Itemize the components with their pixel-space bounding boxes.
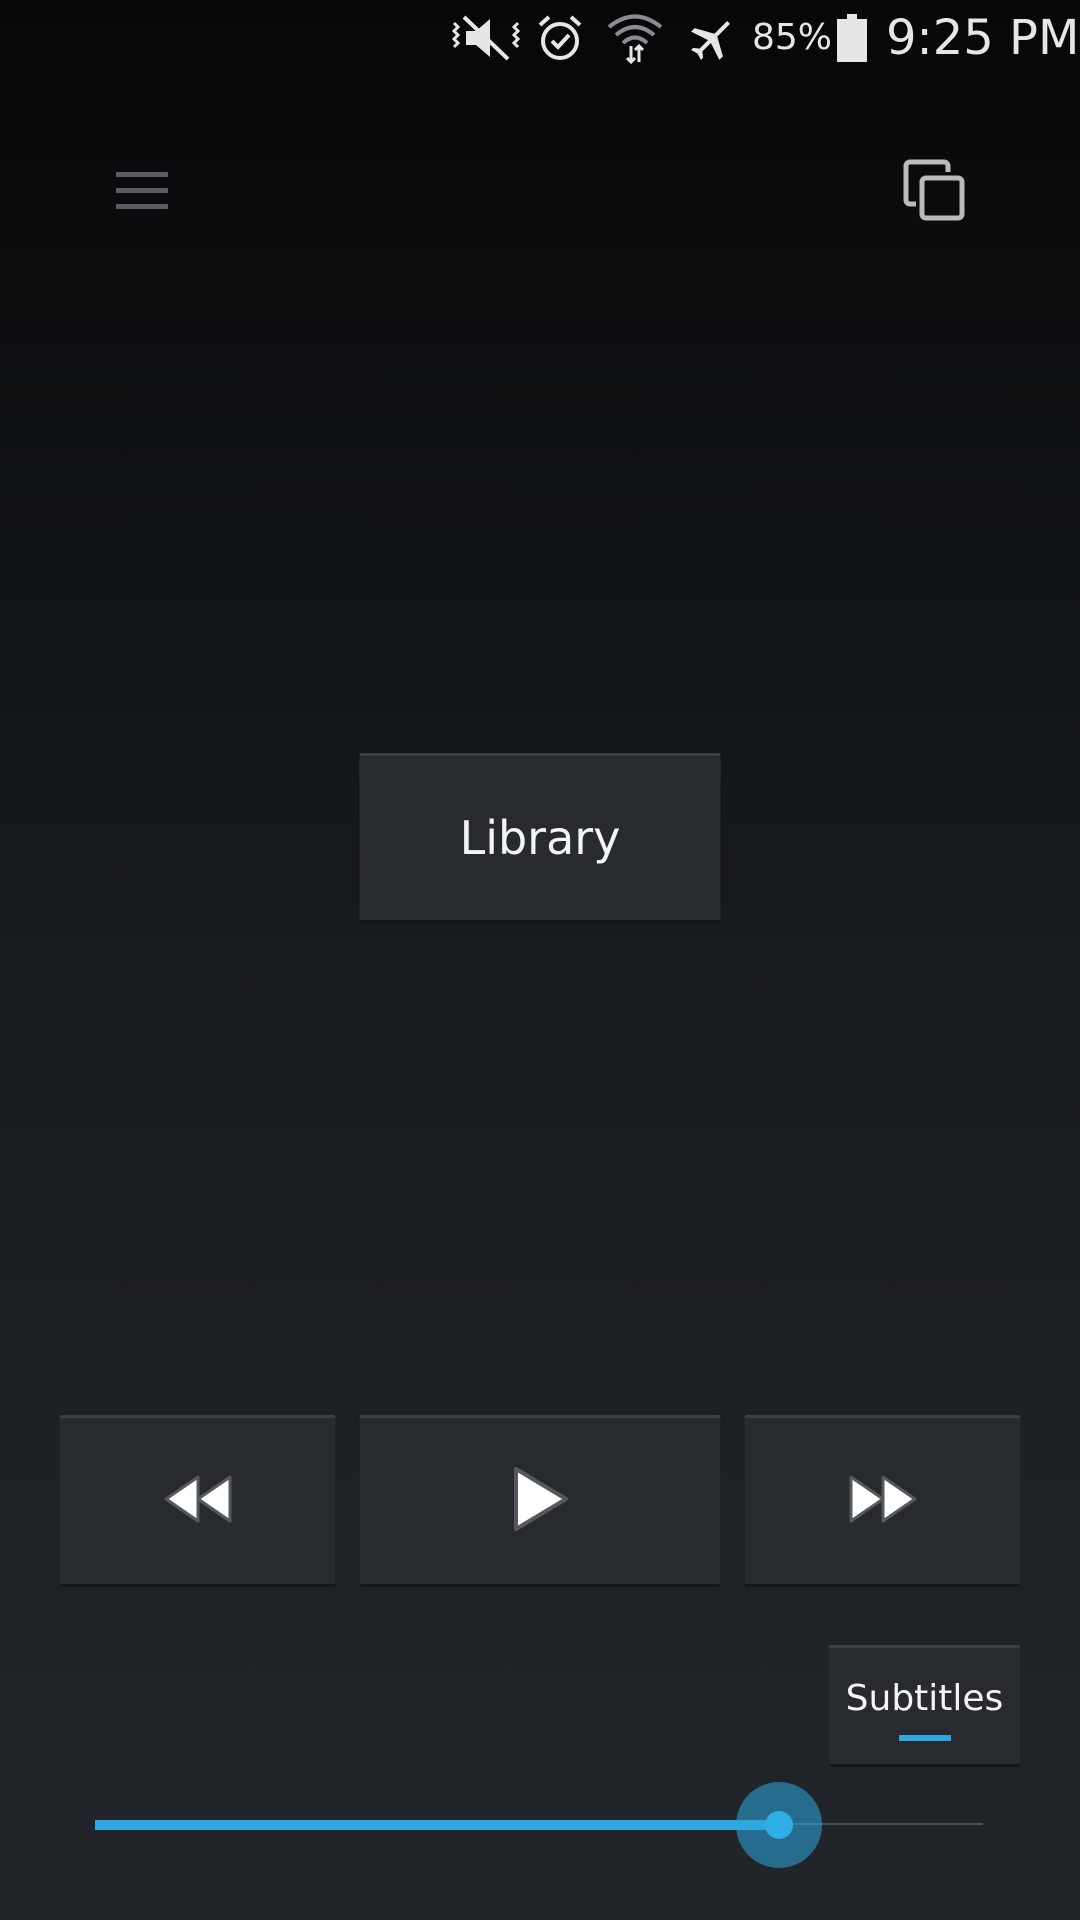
subtitles-enabled-indicator: [898, 1734, 951, 1741]
menu-button[interactable]: [112, 168, 172, 214]
play-icon: [508, 1463, 572, 1540]
subtitles-toggle[interactable]: Subtitles: [828, 1645, 1021, 1767]
airplane-mode-icon: [686, 12, 740, 64]
status-bar: 85% 9:25 PM: [0, 0, 1080, 78]
screen-mirror-icon: [898, 159, 970, 230]
clock: 9:25 PM: [886, 10, 1080, 66]
wifi-icon: [606, 12, 664, 64]
slider-progress: [95, 1820, 779, 1830]
slider-thumb[interactable]: [765, 1811, 793, 1839]
battery-icon: [836, 12, 868, 64]
play-button[interactable]: [359, 1415, 721, 1587]
fast-forward-button[interactable]: [744, 1415, 1021, 1587]
seek-slider[interactable]: [95, 1780, 983, 1870]
rewind-button[interactable]: [59, 1415, 336, 1587]
alarm-icon: [534, 12, 586, 64]
mute-vibrate-icon: [450, 12, 522, 64]
rewind-icon: [158, 1469, 238, 1534]
fast-forward-icon: [843, 1469, 923, 1534]
screen-mirror-button[interactable]: [898, 154, 970, 226]
battery-percentage: 85%: [752, 17, 833, 58]
library-button[interactable]: Library: [359, 753, 721, 923]
library-label: Library: [459, 811, 621, 865]
subtitles-label: Subtitles: [845, 1677, 1004, 1719]
